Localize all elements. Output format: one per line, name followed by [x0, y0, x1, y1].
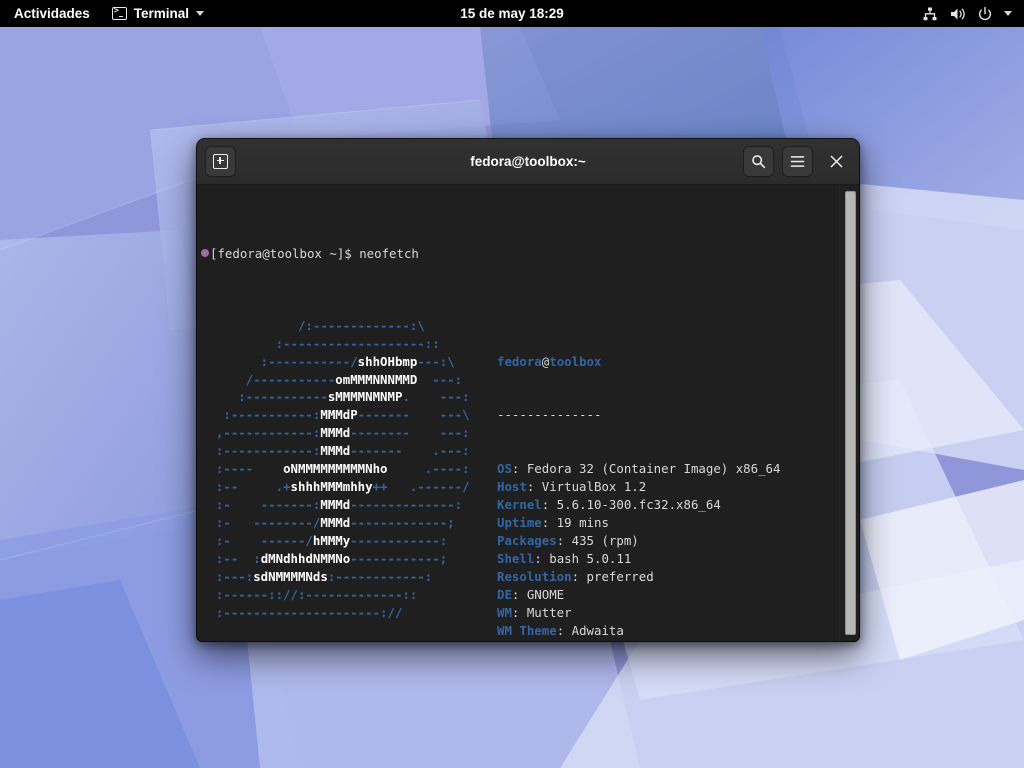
ascii-art-line: /:-------------:\: [201, 317, 497, 335]
info-key: DE: [497, 587, 512, 602]
menu-button[interactable]: [782, 146, 813, 177]
info-separator: --------------: [497, 406, 780, 424]
ascii-art-line: :- --------/MMMd-------------;: [201, 514, 497, 532]
info-key: Resolution: [497, 569, 572, 584]
close-icon: [830, 155, 843, 168]
ascii-art-line: :-- :dMNdhhdNMMNo------------;: [201, 550, 497, 568]
ascii-art-line: :------:://:-------------::: [201, 586, 497, 604]
info-key: Shell: [497, 551, 534, 566]
ascii-art-line: :- -------:MMMd--------------:: [201, 496, 497, 514]
activities-button[interactable]: Actividades: [0, 0, 102, 27]
network-wired-icon[interactable]: [922, 6, 938, 22]
fedora-ascii-art: /:-------------:\ :-------------------::…: [201, 317, 497, 642]
ascii-art-line: :---------------------://: [201, 604, 497, 622]
ascii-art-line: :- ------/hMMMy------------:: [201, 532, 497, 550]
ascii-art-line: :---:sdNMMMMNds:------------:: [201, 568, 497, 586]
ascii-art-line: :-----------/shhOHbmp---:\: [201, 353, 497, 371]
system-info-list: fedora@toolbox -------------- OS: Fedora…: [497, 317, 780, 642]
info-key: Host: [497, 479, 527, 494]
volume-icon[interactable]: [949, 6, 966, 22]
search-icon: [751, 154, 766, 169]
info-key: WM Theme: [497, 623, 557, 638]
info-value: : bash 5.0.11: [534, 551, 631, 566]
command-line: [fedora@toolbox ~]$ neofetch: [201, 245, 839, 263]
new-tab-icon: [213, 154, 228, 169]
search-button[interactable]: [743, 146, 774, 177]
info-row: Host: VirtualBox 1.2: [497, 478, 780, 496]
info-userhost: fedora@toolbox: [497, 353, 780, 371]
app-menu-label: Terminal: [134, 6, 189, 21]
hamburger-menu-icon: [790, 155, 805, 168]
activities-label: Actividades: [14, 6, 90, 21]
terminal-icon: [112, 7, 127, 20]
info-key: Packages: [497, 533, 557, 548]
info-key: OS: [497, 461, 512, 476]
info-key: WM: [497, 605, 512, 620]
ascii-art-line: :-- .+shhhMMMmhhy++ .------/: [201, 478, 497, 496]
info-row: Shell: bash 5.0.11: [497, 550, 780, 568]
ascii-art-line: :---- oNMMMMMMMMMNho .----:: [201, 460, 497, 478]
info-row: Packages: 435 (rpm): [497, 532, 780, 550]
terminal-output[interactable]: [fedora@toolbox ~]$ neofetch /:---------…: [196, 185, 839, 642]
window-titlebar[interactable]: fedora@toolbox:~: [196, 138, 860, 185]
info-host: toolbox: [549, 354, 601, 369]
typed-command: neofetch: [352, 246, 419, 261]
clock-label[interactable]: 15 de may 18:29: [460, 6, 564, 21]
info-row: Resolution: preferred: [497, 568, 780, 586]
ascii-art-line: ,------------:MMMd-------- ---:: [201, 424, 497, 442]
info-value: : 5.6.10-300.fc32.x86_64: [542, 497, 721, 512]
ascii-art-line: :-------------------::: [201, 335, 497, 353]
info-value: : Mutter: [512, 605, 572, 620]
info-value: : GNOME: [512, 587, 564, 602]
info-user: fedora: [497, 354, 542, 369]
info-value: : Fedora 32 (Container Image) x86_64: [512, 461, 781, 476]
info-row: Kernel: 5.6.10-300.fc32.x86_64: [497, 496, 780, 514]
info-rows: OS: Fedora 32 (Container Image) x86_64Ho…: [497, 460, 780, 642]
prompt-text: [fedora@toolbox ~]$: [210, 246, 352, 261]
gnome-top-bar: Actividades Terminal 15 de may 18:29: [0, 0, 1024, 27]
app-menu-button[interactable]: Terminal: [102, 0, 214, 27]
neofetch-block: /:-------------:\ :-------------------::…: [201, 317, 839, 642]
ascii-art-line: :------------:MMMd------- .---:: [201, 442, 497, 460]
info-key: Kernel: [497, 497, 542, 512]
scrollbar-thumb[interactable]: [845, 191, 856, 635]
terminal-scrollbar[interactable]: [839, 185, 860, 642]
info-row: WM: Mutter: [497, 604, 780, 622]
info-value: : preferred: [572, 569, 654, 584]
info-value: : 19 mins: [542, 515, 609, 530]
info-row: Theme: Adwaita [GTK2/3]: [497, 640, 780, 642]
ascii-art-line: /-----------omMMMNNNMMD ---:: [201, 371, 497, 389]
info-value: : Adwaita [GTK2/3]: [534, 641, 668, 642]
ascii-art-line: :-----------:MMMdP------- ---\: [201, 406, 497, 424]
close-button[interactable]: [821, 146, 851, 176]
terminal-window[interactable]: fedora@toolbox:~: [196, 138, 860, 642]
power-icon[interactable]: [977, 6, 993, 22]
terminal-body[interactable]: [fedora@toolbox ~]$ neofetch /:---------…: [196, 185, 860, 642]
info-key: Theme: [497, 641, 534, 642]
info-row: WM Theme: Adwaita: [497, 622, 780, 640]
prompt-marker-icon: [201, 249, 209, 257]
info-row: Uptime: 19 mins: [497, 514, 780, 532]
info-row: OS: Fedora 32 (Container Image) x86_64: [497, 460, 780, 478]
ascii-art-line: :-----------sMMMMNMNMP. ---:: [201, 388, 497, 406]
system-tray: [922, 0, 1024, 27]
info-row: DE: GNOME: [497, 586, 780, 604]
info-key: Uptime: [497, 515, 542, 530]
chevron-down-icon: [196, 11, 204, 16]
tray-chevron-down-icon[interactable]: [1004, 11, 1012, 16]
info-value: : VirtualBox 1.2: [527, 479, 646, 494]
new-tab-button[interactable]: [205, 146, 236, 177]
info-value: : Adwaita: [557, 623, 624, 638]
info-value: : 435 (rpm): [557, 533, 639, 548]
